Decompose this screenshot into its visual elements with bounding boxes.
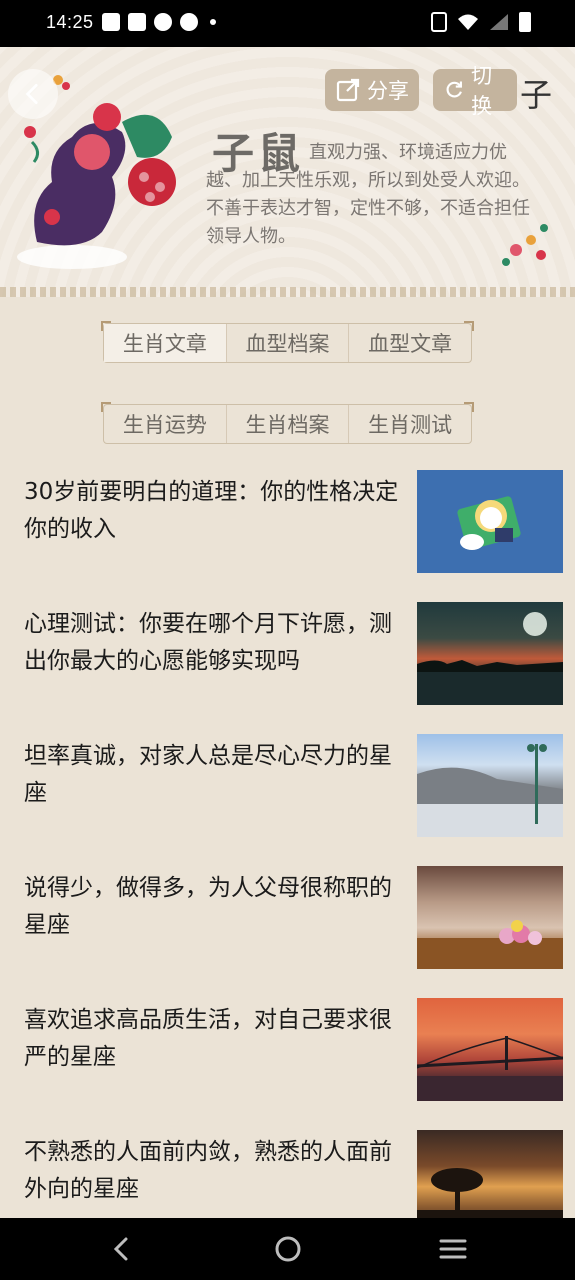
article-title: 坦率真诚，对家人总是尽心尽力的星座 xyxy=(24,743,392,806)
article-title: 30岁前要明白的道理：你的性格决定你的收入 xyxy=(24,479,399,542)
article-thumbnail xyxy=(416,998,564,1101)
article-thumbnail xyxy=(417,602,563,705)
status-time: 14:25 xyxy=(46,12,94,32)
zodiac-logo: 子 xyxy=(520,76,553,114)
app-notification-icon xyxy=(154,13,172,31)
switch-label: 切换 xyxy=(471,64,493,118)
article-title: 说得少，做得多，为人父母很称职的星座 xyxy=(24,875,392,938)
article-title: 心理测试：你要在哪个月下许愿，测出你最大的心愿能够实现吗 xyxy=(24,611,392,674)
nav-back-button[interactable] xyxy=(104,1232,138,1266)
tab-zodiac-test[interactable]: 生肖测试 xyxy=(349,405,471,443)
system-icons xyxy=(431,12,531,32)
back-button[interactable] xyxy=(8,69,58,119)
mail-notification-icon xyxy=(102,13,120,31)
article-item[interactable]: 坦率真诚，对家人总是尽心尽力的星座 xyxy=(0,734,575,866)
town-image xyxy=(417,744,563,837)
wifi-icon xyxy=(458,14,478,30)
more-notifications-icon xyxy=(210,19,216,25)
tabs-row-1: 生肖文章 血型档案 血型文章 xyxy=(101,321,474,363)
vibrate-icon xyxy=(431,12,447,32)
nav-home-button[interactable] xyxy=(271,1232,305,1266)
system-navigation-bar xyxy=(0,1218,575,1280)
status-bar: 14:25 xyxy=(0,0,575,47)
nav-recents-icon xyxy=(439,1239,467,1259)
article-item[interactable]: 说得少，做得多，为人父母很称职的星座 xyxy=(0,866,575,998)
share-button[interactable]: 分享 xyxy=(325,69,419,111)
tab-zodiac-fortune[interactable]: 生肖运势 xyxy=(104,405,227,443)
app-notification-icon-2 xyxy=(180,13,198,31)
battery-icon xyxy=(519,12,531,32)
article-thumbnail xyxy=(417,470,563,573)
tab-zodiac-profile[interactable]: 生肖档案 xyxy=(227,405,350,443)
zodiac-description: 直观力强、环境适应力优越、加上天性乐观，所以到处受人欢迎。不善于表达才智，定性不… xyxy=(206,142,530,247)
tab-blood-type-articles[interactable]: 血型文章 xyxy=(349,324,471,362)
switch-button[interactable]: 切换 xyxy=(433,64,517,118)
article-title: 喜欢追求高品质生活，对自己要求很严的星座 xyxy=(24,1007,392,1070)
refresh-icon xyxy=(446,81,462,98)
article-item[interactable]: 心理测试：你要在哪个月下许愿，测出你最大的心愿能够实现吗 xyxy=(0,602,575,734)
bridge-image xyxy=(416,1036,564,1101)
share-label: 分享 xyxy=(367,79,409,103)
article-item[interactable]: 不熟悉的人面前内敛，熟悉的人面前外向的星座 xyxy=(0,1130,575,1218)
rat-papercut-illustration xyxy=(17,103,176,269)
article-title: 不熟悉的人面前内敛，熟悉的人面前外向的星座 xyxy=(24,1139,392,1202)
article-item[interactable]: 喜欢追求高品质生活，对自己要求很严的星座 xyxy=(0,998,575,1130)
nav-back-icon xyxy=(113,1237,128,1261)
chevron-left-icon xyxy=(25,83,38,105)
flowers-image xyxy=(417,920,563,969)
sunset-image xyxy=(417,612,563,705)
nav-recents-button[interactable] xyxy=(436,1232,470,1266)
header-border-pattern xyxy=(0,287,575,297)
article-thumbnail xyxy=(417,734,563,837)
tab-blood-type-profile[interactable]: 血型档案 xyxy=(227,324,350,362)
flower-decoration-icon-2 xyxy=(502,224,548,266)
share-icon xyxy=(336,78,360,102)
nav-home-icon xyxy=(275,1236,301,1262)
article-thumbnail xyxy=(417,866,563,969)
mail-notification-icon-2 xyxy=(128,13,146,31)
cartoon-image xyxy=(457,496,521,550)
tab-zodiac-articles[interactable]: 生肖文章 xyxy=(104,324,227,362)
article-thumbnail xyxy=(417,1130,563,1218)
signal-icon xyxy=(490,14,508,30)
tree-sunset-image xyxy=(417,1168,563,1218)
article-item[interactable]: 30岁前要明白的道理：你的性格决定你的收入 xyxy=(0,470,575,602)
tabs-row-2: 生肖运势 生肖档案 生肖测试 xyxy=(101,402,474,444)
notification-icons xyxy=(102,13,216,31)
